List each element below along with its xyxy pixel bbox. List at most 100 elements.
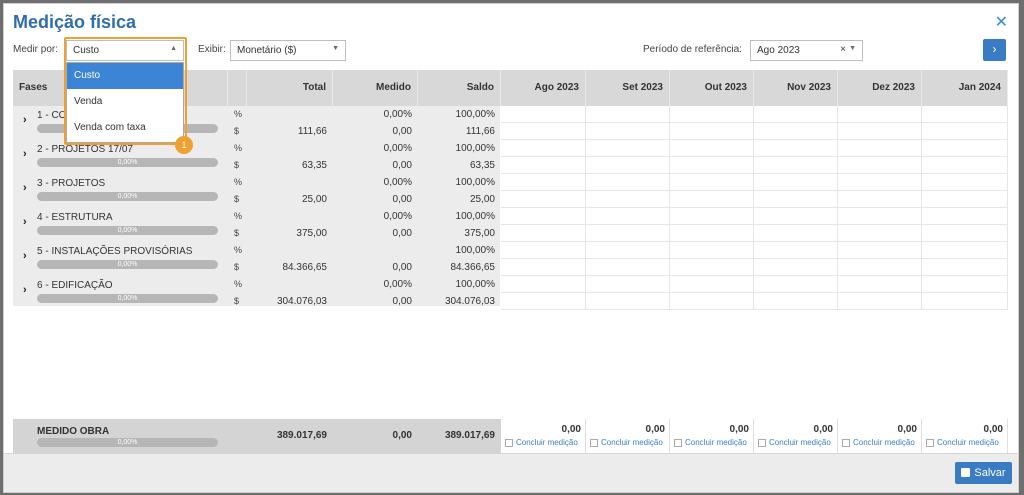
month-cell[interactable] (922, 174, 1008, 191)
month-cell[interactable] (586, 157, 670, 174)
month-cell[interactable] (838, 225, 922, 242)
exibir-select[interactable]: Monetário ($) ▼ (230, 40, 346, 61)
month-cell[interactable] (501, 123, 586, 140)
month-cell[interactable] (838, 191, 922, 208)
concluir-checkbox[interactable] (674, 439, 682, 447)
month-cell[interactable] (838, 140, 922, 157)
month-cell[interactable] (586, 225, 670, 242)
month-cell[interactable] (501, 157, 586, 174)
concluir-medicao-link[interactable]: Concluir medição (769, 438, 831, 447)
month-cell[interactable] (754, 225, 838, 242)
month-cell[interactable] (501, 106, 586, 123)
month-cell[interactable] (838, 123, 922, 140)
month-cell[interactable] (586, 208, 670, 225)
month-cell[interactable] (586, 191, 670, 208)
month-cell[interactable] (670, 106, 754, 123)
month-cell[interactable] (670, 276, 754, 293)
month-cell[interactable] (754, 242, 838, 259)
footer-month-value: 0,00 (645, 424, 665, 435)
month-cell[interactable] (754, 191, 838, 208)
month-cell[interactable] (922, 242, 1008, 259)
month-cell[interactable] (922, 140, 1008, 157)
month-cell[interactable] (922, 259, 1008, 276)
month-cell[interactable] (922, 191, 1008, 208)
month-cell[interactable] (586, 259, 670, 276)
next-period-button[interactable]: › (983, 39, 1006, 61)
unit-label: % (234, 143, 243, 153)
month-cell[interactable] (754, 293, 838, 310)
month-cell[interactable] (501, 191, 586, 208)
concluir-checkbox[interactable] (758, 439, 766, 447)
month-cell[interactable] (754, 123, 838, 140)
concluir-medicao-link[interactable]: Concluir medição (516, 438, 578, 447)
month-cell[interactable] (670, 242, 754, 259)
total-value: 25,00 (301, 194, 327, 205)
month-cell[interactable] (501, 293, 586, 310)
month-cell[interactable] (501, 174, 586, 191)
month-cell[interactable] (838, 208, 922, 225)
month-cell[interactable] (922, 157, 1008, 174)
month-cell[interactable] (501, 140, 586, 157)
caret-down-icon: ▼ (332, 45, 339, 52)
month-cell[interactable] (670, 123, 754, 140)
month-cell[interactable] (838, 174, 922, 191)
clear-icon[interactable]: × (840, 44, 846, 55)
month-cell[interactable] (586, 293, 670, 310)
month-cell[interactable] (838, 106, 922, 123)
month-cell[interactable] (501, 242, 586, 259)
month-cell[interactable] (838, 293, 922, 310)
month-cell[interactable] (501, 276, 586, 293)
month-cell[interactable] (670, 293, 754, 310)
save-button[interactable]: Salvar (955, 462, 1012, 484)
concluir-medicao-link[interactable]: Concluir medição (853, 438, 915, 447)
concluir-checkbox[interactable] (505, 439, 513, 447)
month-cell[interactable] (501, 208, 586, 225)
table-row: % 0,00% 100,00% (13, 276, 1008, 293)
month-cell[interactable] (586, 174, 670, 191)
col-month: Out 2023 (670, 70, 754, 106)
month-cell[interactable] (586, 276, 670, 293)
footer-progress-bar: 0,00% (37, 438, 218, 447)
month-cell[interactable] (670, 140, 754, 157)
month-cell[interactable] (838, 259, 922, 276)
month-cell[interactable] (670, 208, 754, 225)
month-cell[interactable] (670, 174, 754, 191)
month-cell[interactable] (670, 259, 754, 276)
month-cell[interactable] (586, 140, 670, 157)
month-cell[interactable] (754, 208, 838, 225)
month-cell[interactable] (838, 276, 922, 293)
month-cell[interactable] (922, 208, 1008, 225)
month-cell[interactable] (838, 242, 922, 259)
close-icon[interactable]: ✕ (995, 12, 1008, 32)
periodo-select[interactable]: Ago 2023 × ▼ (750, 40, 863, 61)
month-cell[interactable] (754, 106, 838, 123)
month-cell[interactable] (501, 259, 586, 276)
month-cell[interactable] (754, 140, 838, 157)
month-cell[interactable] (754, 276, 838, 293)
concluir-checkbox[interactable] (590, 439, 598, 447)
concluir-checkbox[interactable] (842, 439, 850, 447)
pct-medido: 0,00% (383, 279, 412, 290)
month-cell[interactable] (586, 123, 670, 140)
concluir-medicao-link[interactable]: Concluir medição (937, 438, 999, 447)
table-row: $304.076,03 0,00 304.076,03 (13, 293, 1008, 310)
footer-month-cell: 0,00 Concluir medição (501, 419, 586, 453)
month-cell[interactable] (754, 174, 838, 191)
month-cell[interactable] (922, 293, 1008, 310)
concluir-checkbox[interactable] (926, 439, 934, 447)
month-cell[interactable] (670, 225, 754, 242)
month-cell[interactable] (922, 225, 1008, 242)
month-cell[interactable] (754, 259, 838, 276)
month-cell[interactable] (670, 191, 754, 208)
concluir-medicao-link[interactable]: Concluir medição (685, 438, 747, 447)
month-cell[interactable] (586, 242, 670, 259)
month-cell[interactable] (670, 157, 754, 174)
month-cell[interactable] (501, 225, 586, 242)
month-cell[interactable] (922, 276, 1008, 293)
month-cell[interactable] (922, 106, 1008, 123)
month-cell[interactable] (754, 157, 838, 174)
month-cell[interactable] (838, 157, 922, 174)
month-cell[interactable] (586, 106, 670, 123)
concluir-medicao-link[interactable]: Concluir medição (601, 438, 663, 447)
month-cell[interactable] (922, 123, 1008, 140)
